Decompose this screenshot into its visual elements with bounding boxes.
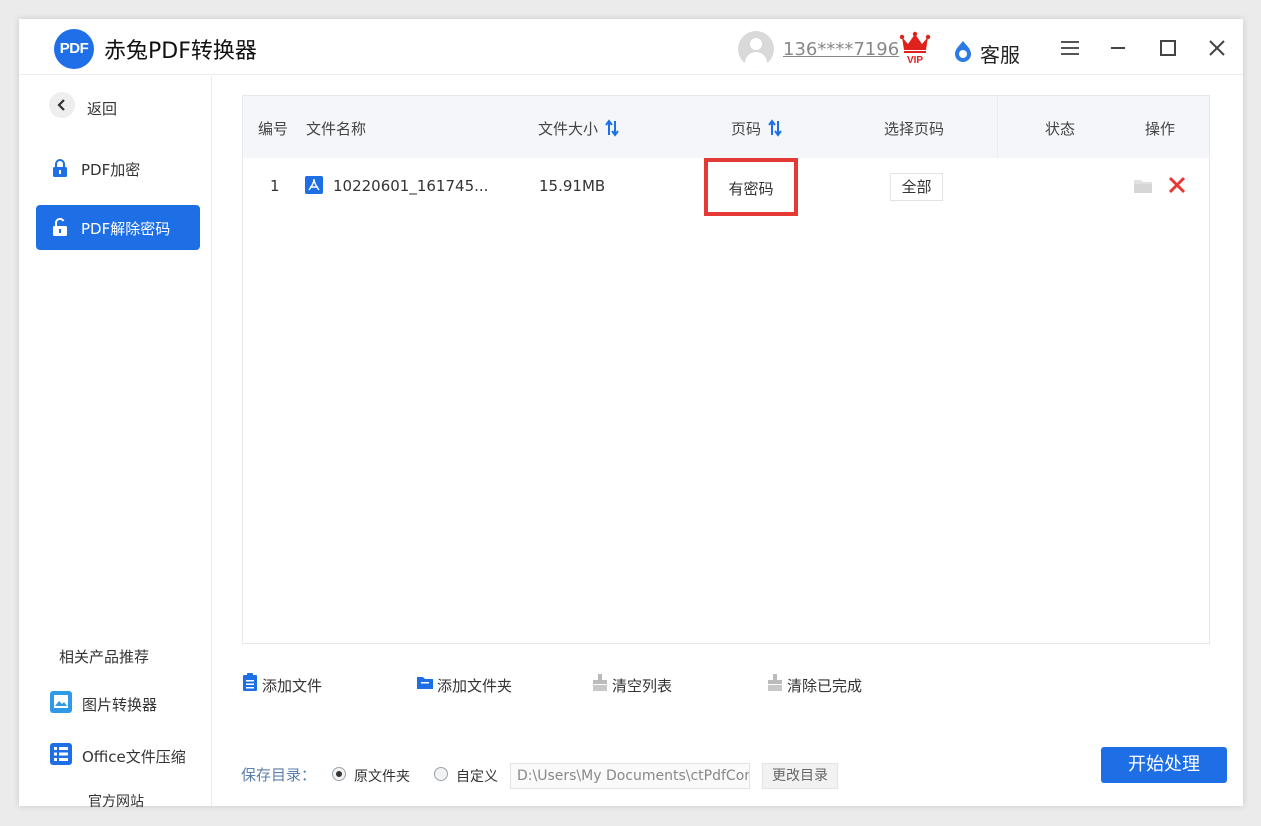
recommend-label: 图片转换器 — [82, 696, 158, 714]
app-logo: PDF — [54, 29, 94, 69]
customer-service-label[interactable]: 客服 — [980, 39, 1020, 68]
file-table: 编号 文件名称 文件大小 页码 选择页码 状态 操作 1 10220601_16… — [242, 95, 1210, 644]
add-folder-icon — [417, 677, 433, 689]
recommend-label: Office文件压缩 — [82, 748, 186, 766]
username-link[interactable]: 136****7196 — [783, 39, 899, 60]
lock-icon — [53, 159, 67, 177]
add-file-label: 添加文件 — [262, 677, 323, 695]
change-dir-button[interactable]: 更改目录 — [762, 763, 838, 789]
header-actions: 操作 — [1145, 120, 1176, 138]
unlock-icon — [53, 217, 67, 236]
clear-list-label: 清空列表 — [612, 677, 673, 695]
radio-original-folder-label[interactable]: 原文件夹 — [354, 766, 410, 786]
clear-done-label: 清除已完成 — [787, 677, 863, 695]
maximize-icon[interactable] — [1157, 37, 1179, 59]
recommend-title: 相关产品推荐 — [59, 648, 150, 666]
header-pages[interactable]: 页码 — [731, 118, 783, 139]
user-avatar[interactable] — [738, 31, 774, 67]
sidebar-item-pdf-encrypt[interactable]: PDF加密 — [36, 146, 200, 191]
sort-icon[interactable] — [767, 119, 783, 137]
save-dir-label: 保存目录： — [241, 766, 317, 784]
cell-pages: 有密码 — [728, 180, 774, 198]
radio-custom-label[interactable]: 自定义 — [456, 766, 498, 786]
add-folder-label: 添加文件夹 — [437, 677, 513, 695]
action-column-header-bg — [997, 96, 1209, 158]
sidebar-item-label: PDF加密 — [81, 161, 141, 179]
back-circle — [49, 92, 75, 118]
sort-icon[interactable] — [604, 119, 620, 137]
header-status: 状态 — [1045, 120, 1076, 138]
sidebar: 返回 PDF加密 PDF解除密码 相关产品推荐 图片转换器 Office文件压缩… — [19, 76, 212, 810]
radio-custom[interactable] — [434, 767, 448, 781]
image-converter-icon — [50, 691, 72, 713]
table-header: 编号 文件名称 文件大小 页码 选择页码 状态 操作 — [243, 96, 1209, 158]
menu-icon[interactable] — [1059, 37, 1081, 59]
cell-index: 1 — [270, 177, 280, 195]
vip-crown-icon[interactable]: VIP — [899, 31, 931, 65]
header-index: 编号 — [258, 120, 289, 138]
table-row: 1 10220601_161745... 15.91MB 有密码 全部 — [243, 158, 1209, 216]
pages-highlight-box: 有密码 — [704, 158, 798, 216]
pdf-file-icon — [305, 176, 323, 194]
radio-original-folder[interactable] — [332, 767, 346, 781]
header-filesize[interactable]: 文件大小 — [538, 118, 620, 139]
sidebar-item-label: PDF解除密码 — [81, 220, 171, 238]
sidebar-item-pdf-decrypt[interactable]: PDF解除密码 — [36, 205, 200, 250]
delete-icon[interactable] — [1167, 175, 1187, 195]
close-icon[interactable] — [1206, 37, 1228, 59]
save-path-input[interactable]: D:\Users\My Documents\ctPdfCon — [510, 763, 750, 789]
add-file-icon — [243, 673, 257, 691]
cell-filename: 10220601_161745... — [333, 177, 489, 195]
broom-icon — [593, 674, 607, 691]
app-window: PDF 赤兔PDF转换器 136****7196 VIP 客服 返回 PDF加密… — [19, 19, 1243, 810]
office-compress-icon — [50, 743, 72, 765]
start-process-button[interactable]: 开始处理 — [1101, 747, 1227, 783]
customer-service-icon[interactable] — [953, 40, 973, 62]
broom-icon — [768, 674, 782, 691]
header-select-pages: 选择页码 — [884, 120, 945, 138]
header-pages-label: 页码 — [731, 120, 762, 138]
open-folder-icon[interactable] — [1133, 178, 1153, 194]
minimize-icon[interactable] — [1107, 37, 1129, 59]
header-filesize-label: 文件大小 — [538, 120, 599, 138]
cell-filesize: 15.91MB — [539, 177, 606, 195]
chevron-left-icon — [57, 99, 65, 111]
page-select-button[interactable]: 全部 — [890, 173, 943, 201]
back-label: 返回 — [87, 100, 118, 118]
app-title: 赤兔PDF转换器 — [104, 39, 257, 64]
header-filename: 文件名称 — [306, 120, 367, 138]
title-bar: PDF 赤兔PDF转换器 136****7196 VIP 客服 — [19, 19, 1243, 75]
svg-text:VIP: VIP — [907, 55, 923, 65]
official-site-link[interactable]: 官方网站 — [88, 791, 144, 811]
